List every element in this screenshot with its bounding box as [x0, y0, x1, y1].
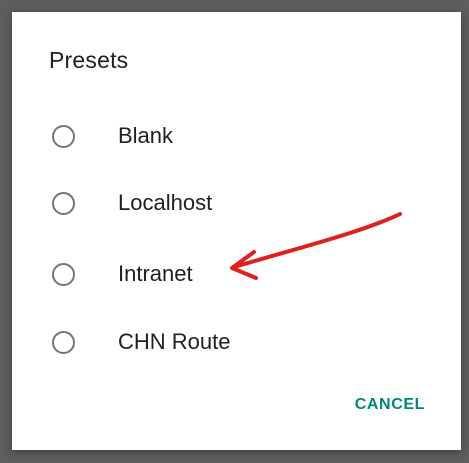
radio-icon[interactable] [52, 263, 75, 286]
cancel-button[interactable]: CANCEL [347, 390, 433, 420]
option-label: CHN Route [118, 329, 231, 354]
presets-dialog: Presets Blank Localhost Intranet CHN Rou… [12, 12, 461, 450]
option-label: Intranet [118, 261, 193, 286]
option-chn-route[interactable]: CHN Route [12, 315, 461, 375]
option-label: Localhost [118, 190, 213, 215]
option-blank[interactable]: Blank [12, 109, 461, 169]
radio-icon[interactable] [52, 125, 75, 148]
dialog-actions: CANCEL [347, 390, 433, 420]
radio-icon[interactable] [52, 331, 75, 354]
dialog-title: Presets [49, 47, 129, 73]
option-label: Blank [118, 123, 174, 148]
radio-icon[interactable] [52, 192, 75, 215]
annotation-arrow-icon [230, 212, 402, 280]
